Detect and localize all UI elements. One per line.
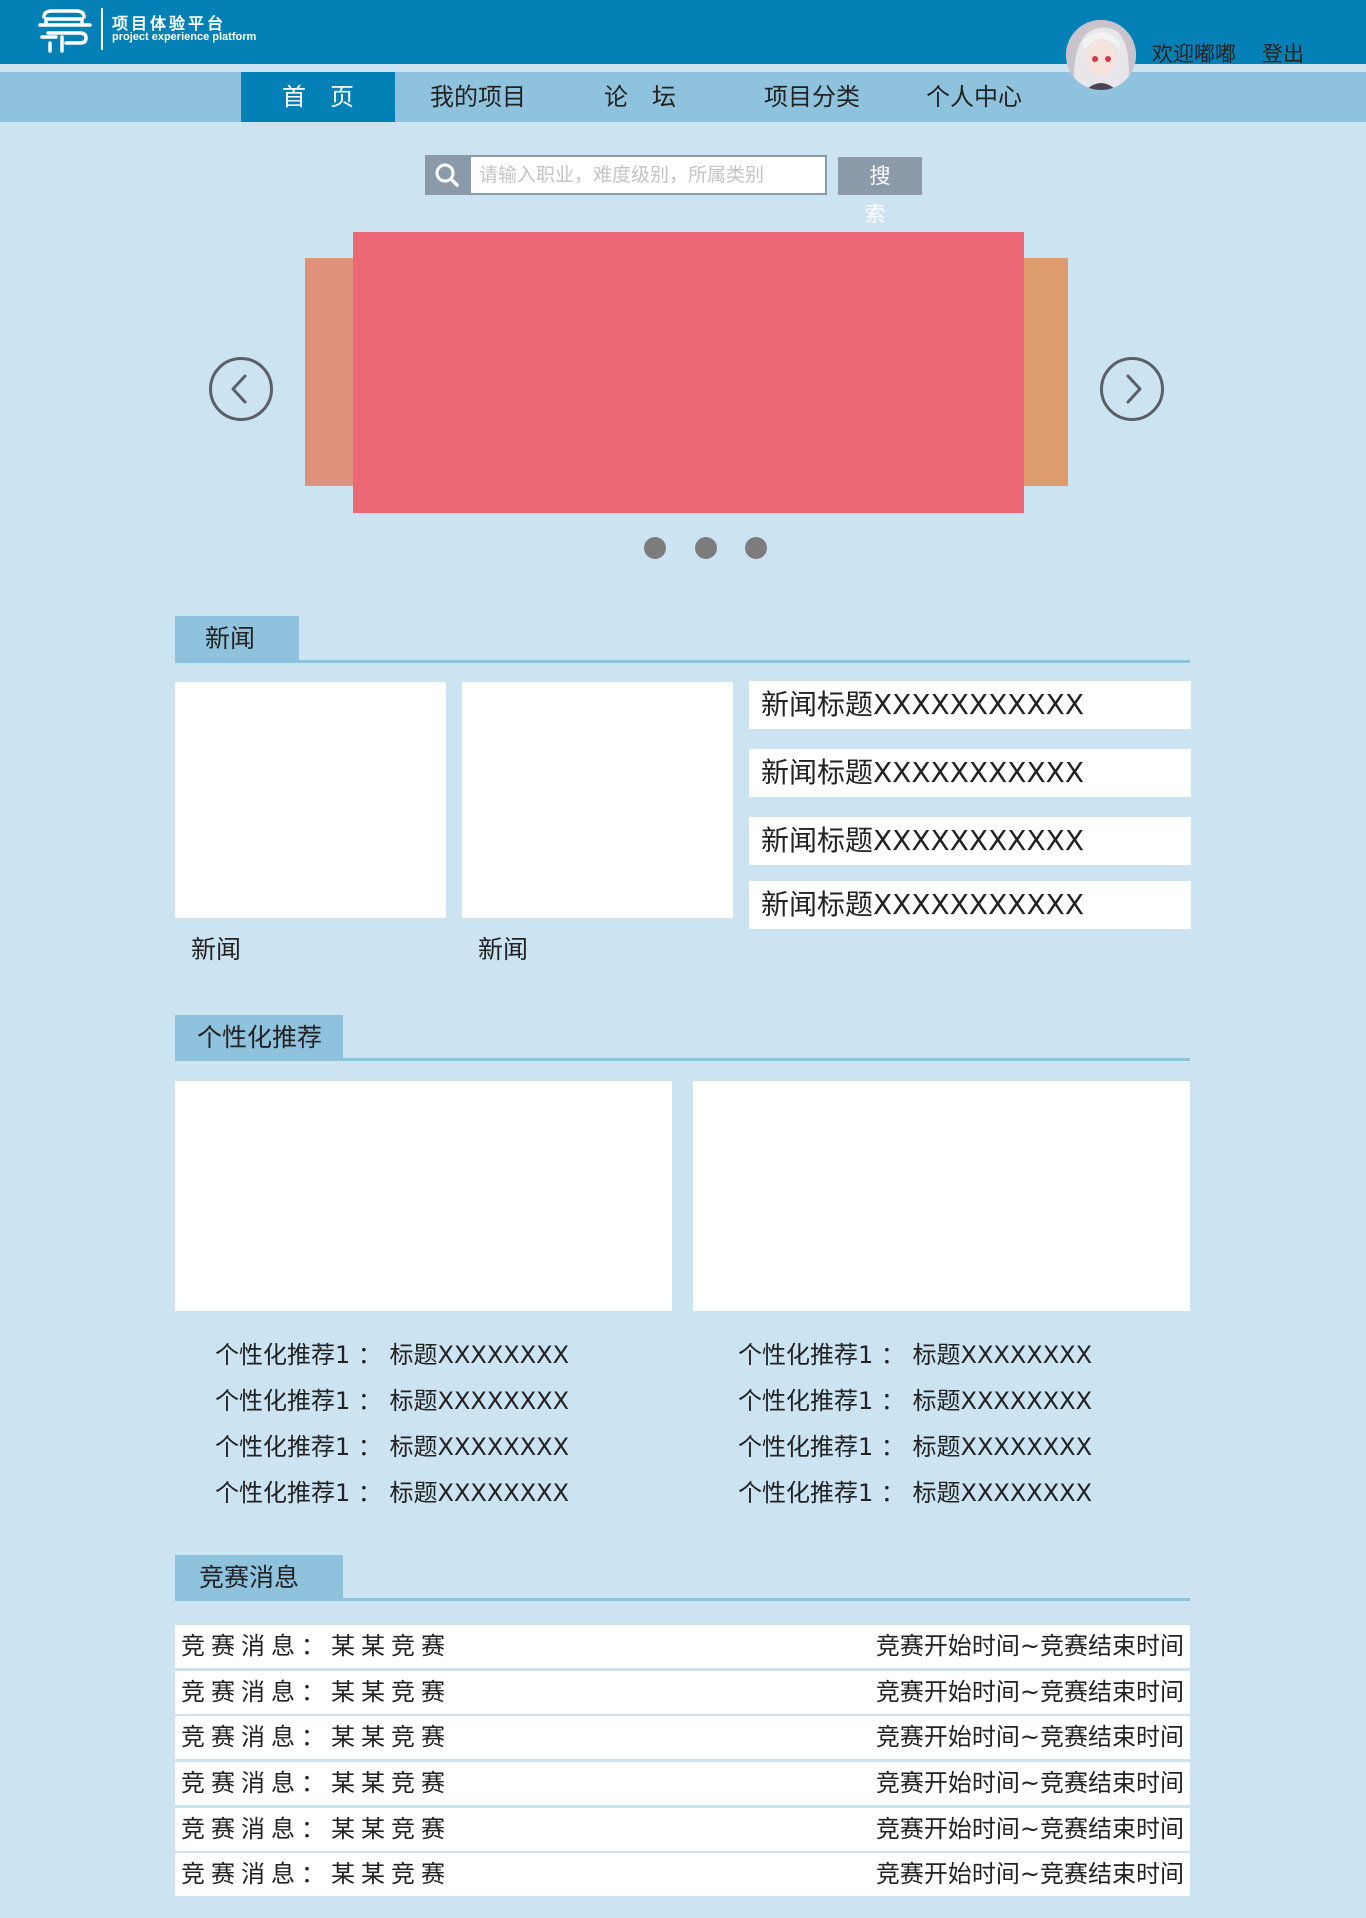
competition-row[interactable]: 竞赛消息：某某竞赛 竞赛开始时间~竞赛结束时间 (175, 1625, 1190, 1668)
search-input[interactable] (473, 157, 823, 193)
news-card-caption[interactable]: 新闻 (191, 930, 241, 966)
chevron-left-icon (231, 374, 247, 404)
recommend-item[interactable]: 个性化推荐1 ： 标题XXXXXXXX (738, 1427, 1092, 1462)
news-title-link[interactable]: 新闻标题XXXXXXXXXXX (749, 817, 1191, 865)
brand-subtitle: project experience platform (112, 31, 257, 43)
competition-name: 竞赛消息：某某竞赛 (181, 1632, 451, 1660)
competition-name: 竞赛消息：某某竞赛 (181, 1769, 451, 1797)
news-title-link[interactable]: 新闻标题XXXXXXXXXXX (749, 681, 1191, 729)
recommend-item[interactable]: 个性化推荐1 ： 标题XXXXXXXX (738, 1473, 1092, 1508)
carousel-dot-1[interactable] (644, 537, 666, 559)
competition-name: 竞赛消息：某某竞赛 (181, 1723, 451, 1751)
logout-link[interactable]: 登出 (1262, 38, 1304, 68)
competition-row[interactable]: 竞赛消息：某某竞赛 竞赛开始时间~竞赛结束时间 (175, 1716, 1190, 1759)
competition-time: 竞赛开始时间~竞赛结束时间 (875, 1723, 1184, 1751)
news-section-heading: 新闻 (175, 616, 299, 662)
recommend-card-image[interactable] (693, 1081, 1190, 1311)
chevron-right-icon (1126, 374, 1142, 404)
recommend-item[interactable]: 个性化推荐1 ： 标题XXXXXXXX (738, 1335, 1092, 1370)
competition-section-heading: 竞赛消息 (175, 1555, 343, 1601)
search-button[interactable]: 搜 索 (838, 157, 922, 226)
recommend-item[interactable]: 个性化推荐1 ： 标题XXXXXXXX (738, 1381, 1092, 1416)
carousel-prev-slide[interactable] (305, 258, 355, 486)
competition-time: 竞赛开始时间~竞赛结束时间 (875, 1678, 1184, 1706)
nav-project-categories[interactable]: 项目分类 (742, 72, 882, 122)
nav-personal-center[interactable]: 个人中心 (904, 72, 1044, 122)
carousel-current-slide[interactable] (353, 232, 1024, 513)
nav-my-projects[interactable]: 我的项目 (408, 72, 548, 122)
news-section-divider (175, 660, 1190, 663)
recommend-item[interactable]: 个性化推荐1 ： 标题XXXXXXXX (215, 1427, 569, 1462)
competition-name: 竞赛消息：某某竞赛 (181, 1860, 451, 1888)
recommend-section-heading: 个性化推荐 (175, 1015, 343, 1061)
competition-name: 竞赛消息：某某竞赛 (181, 1815, 451, 1843)
competition-row[interactable]: 竞赛消息：某某竞赛 竞赛开始时间~竞赛结束时间 (175, 1853, 1190, 1896)
news-card-image[interactable] (175, 682, 446, 918)
news-card-image[interactable] (462, 682, 733, 918)
competition-row[interactable]: 竞赛消息：某某竞赛 竞赛开始时间~竞赛结束时间 (175, 1671, 1190, 1714)
logo-divider (101, 8, 103, 50)
recommend-item[interactable]: 个性化推荐1 ： 标题XXXXXXXX (215, 1335, 569, 1370)
carousel-dot-2[interactable] (695, 537, 717, 559)
welcome-text: 欢迎嘟嘟 (1152, 42, 1236, 66)
user-avatar[interactable] (1066, 20, 1136, 90)
carousel-dot-3[interactable] (745, 537, 767, 559)
carousel-prev-button[interactable] (209, 357, 273, 421)
competition-row[interactable]: 竞赛消息：某某竞赛 竞赛开始时间~竞赛结束时间 (175, 1762, 1190, 1805)
recommend-item[interactable]: 个性化推荐1 ： 标题XXXXXXXX (215, 1473, 569, 1508)
avatar-portrait-icon (1066, 20, 1136, 90)
recommend-item[interactable]: 个性化推荐1 ： 标题XXXXXXXX (215, 1381, 569, 1416)
competition-name: 竞赛消息：某某竞赛 (181, 1678, 451, 1706)
search-icon (425, 155, 471, 195)
platform-logo-icon (38, 9, 92, 53)
nav-home[interactable]: 首 页 (241, 72, 395, 122)
competition-section-divider (175, 1598, 1190, 1601)
carousel-next-button[interactable] (1100, 357, 1164, 421)
competition-time: 竞赛开始时间~竞赛结束时间 (875, 1815, 1184, 1843)
nav-forum[interactable]: 论 坛 (570, 72, 710, 122)
recommend-card-image[interactable] (175, 1081, 672, 1311)
carousel-next-slide[interactable] (1020, 258, 1068, 486)
recommend-section-divider (175, 1058, 1190, 1061)
competition-time: 竞赛开始时间~竞赛结束时间 (875, 1769, 1184, 1797)
news-title-link[interactable]: 新闻标题XXXXXXXXXXX (749, 881, 1191, 929)
competition-time: 竞赛开始时间~竞赛结束时间 (875, 1632, 1184, 1660)
news-card-caption[interactable]: 新闻 (478, 930, 528, 966)
competition-row[interactable]: 竞赛消息：某某竞赛 竞赛开始时间~竞赛结束时间 (175, 1808, 1190, 1851)
news-title-link[interactable]: 新闻标题XXXXXXXXXXX (749, 749, 1191, 797)
competition-time: 竞赛开始时间~竞赛结束时间 (875, 1860, 1184, 1888)
